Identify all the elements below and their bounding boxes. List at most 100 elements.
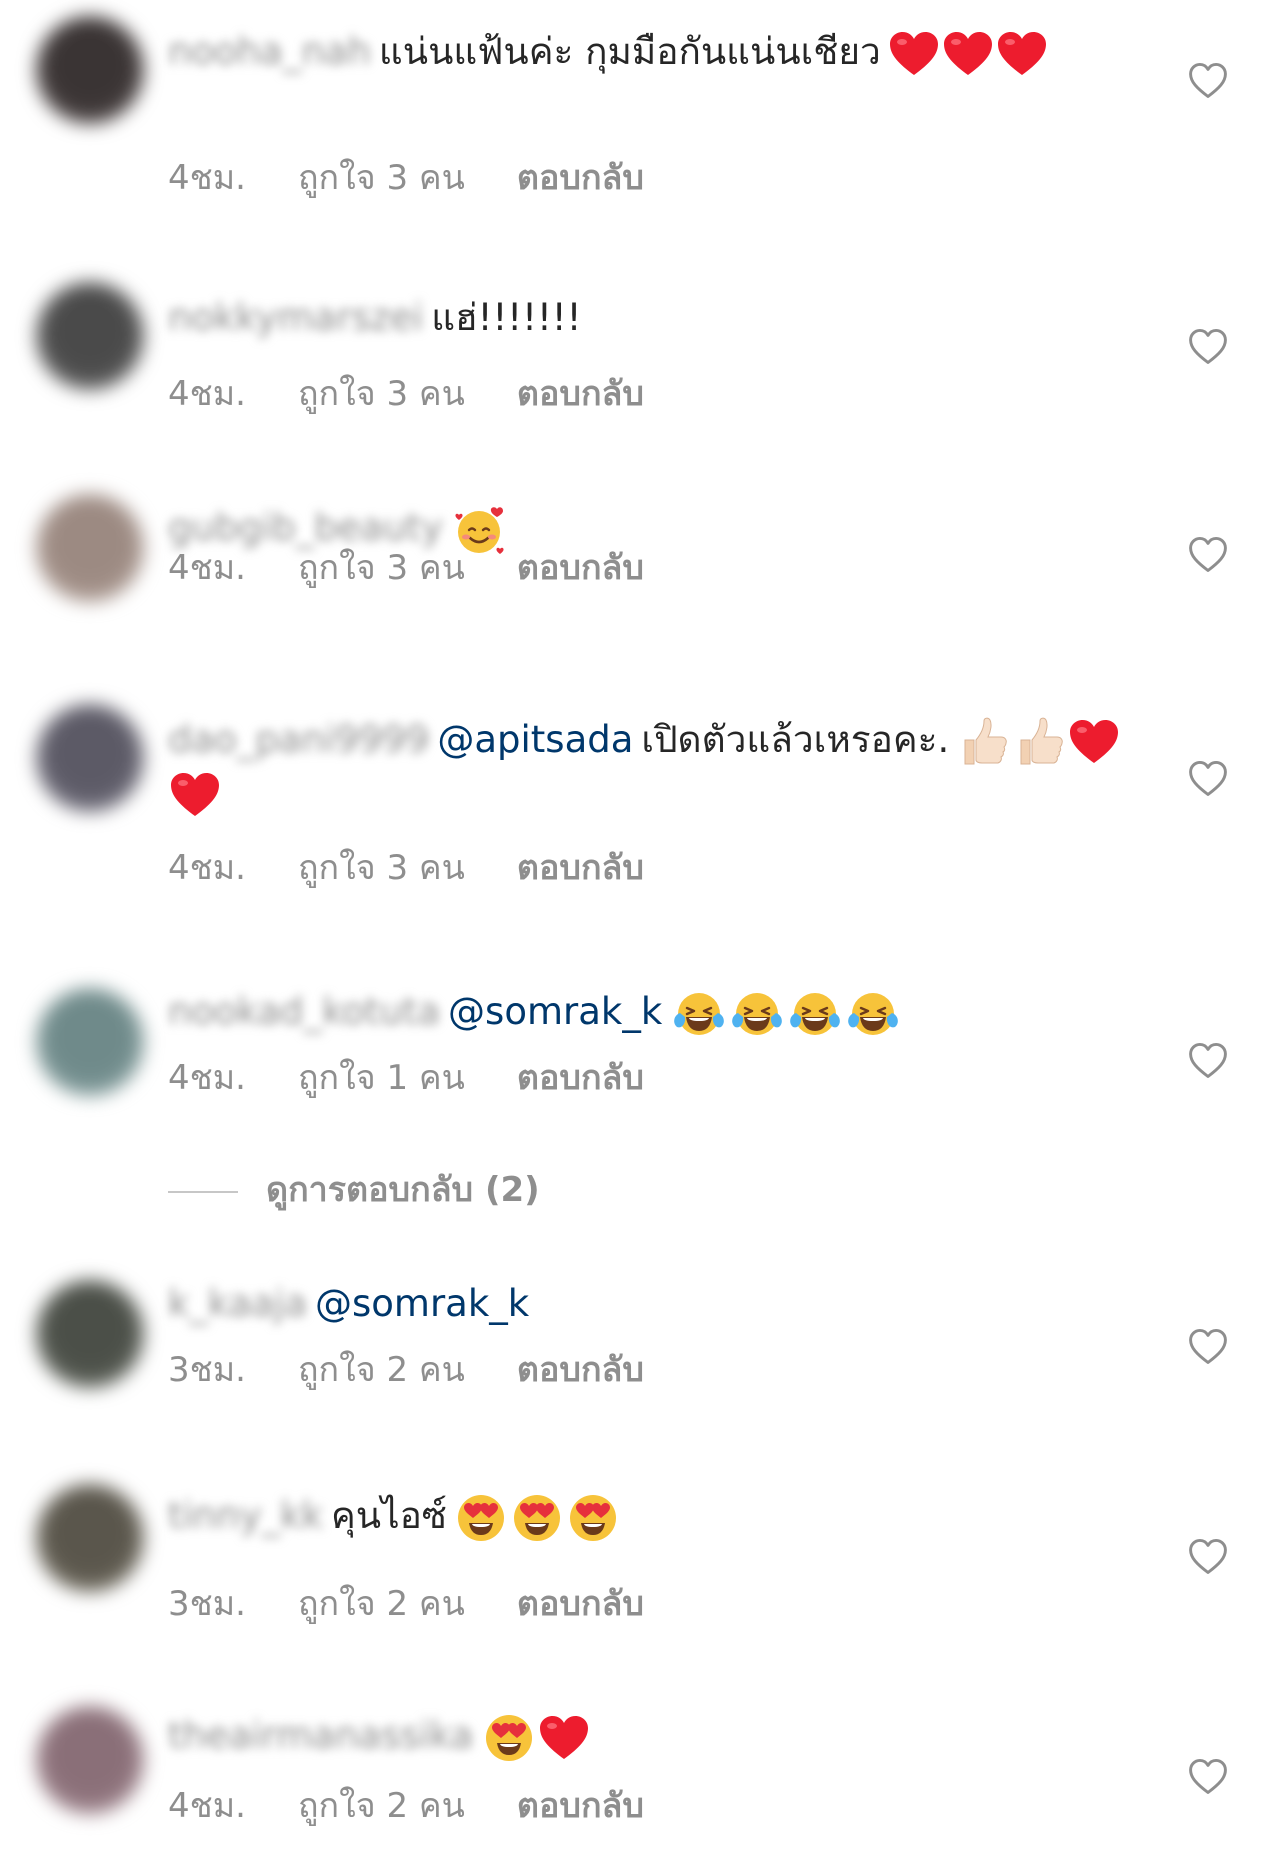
comment-timestamp: 4ชม. bbox=[168, 548, 246, 588]
comment-meta: 4ชม. ถูกใจ 3 คน ตอบกลับ bbox=[168, 846, 696, 890]
comment-username[interactable]: tinny_kk bbox=[168, 1494, 323, 1537]
comment-meta: 4ชม. ถูกใจ 3 คน ตอบกลับ bbox=[168, 546, 696, 590]
avatar[interactable] bbox=[36, 1280, 144, 1388]
tears-of-joy-emoji bbox=[672, 989, 726, 1039]
heart-eyes-emoji bbox=[567, 1492, 619, 1544]
comment-timestamp: 4ชม. bbox=[168, 848, 246, 888]
comment-username[interactable]: theairmanassika bbox=[168, 1714, 473, 1757]
heart-eyes-emoji bbox=[483, 1712, 535, 1764]
red-heart-emoji bbox=[170, 772, 220, 818]
comment-timestamp: 4ชม. bbox=[168, 158, 246, 198]
thumbs-up-emoji bbox=[1013, 716, 1065, 768]
comment-item: nokkymarszei แฮ่!!!!!!! 4ชม. ถูกใจ 3 คน ตอบ… bbox=[0, 220, 1280, 440]
comment-username[interactable]: nookad_kotuta bbox=[168, 990, 440, 1033]
reply-button[interactable]: ตอบกลับ bbox=[517, 374, 644, 414]
red-heart-emoji bbox=[997, 31, 1047, 77]
thumbs-up-emoji bbox=[957, 716, 1009, 768]
avatar[interactable] bbox=[36, 494, 144, 602]
reply-button[interactable]: ตอบกลับ bbox=[517, 1350, 644, 1390]
like-button[interactable] bbox=[1186, 324, 1230, 368]
heart-eyes-emoji bbox=[511, 1492, 563, 1544]
like-button[interactable] bbox=[1186, 1324, 1230, 1368]
comment-mention[interactable]: @somrak_k bbox=[315, 1282, 529, 1325]
heart-outline-icon bbox=[1189, 1538, 1227, 1574]
heart-outline-icon bbox=[1189, 536, 1227, 572]
comment-text: แน่นแฟ้นค่ะ กุมมือกันแน่นเชียว bbox=[378, 30, 881, 73]
comment-item: tinny_kk คุนไอซ์ 3ชม. ถูกใจ 2 คน ตอบกลับ bbox=[0, 1430, 1280, 1650]
avatar[interactable] bbox=[36, 1484, 144, 1592]
comment-timestamp: 4ชม. bbox=[168, 1058, 246, 1098]
heart-outline-icon bbox=[1189, 1758, 1227, 1794]
avatar[interactable] bbox=[36, 988, 144, 1096]
comment-meta: 3ชม. ถูกใจ 2 คน ตอบกลับ bbox=[168, 1348, 696, 1392]
view-replies-divider bbox=[168, 1190, 238, 1193]
comment-timestamp: 4ชม. bbox=[168, 1786, 246, 1826]
like-button[interactable] bbox=[1186, 532, 1230, 576]
like-button[interactable] bbox=[1186, 756, 1230, 800]
like-button[interactable] bbox=[1186, 1534, 1230, 1578]
comment-likes-count[interactable]: ถูกใจ 2 คน bbox=[298, 1786, 465, 1826]
comment-likes-count[interactable]: ถูกใจ 3 คน bbox=[298, 374, 465, 414]
tears-of-joy-emoji bbox=[788, 989, 842, 1039]
comment-likes-count[interactable]: ถูกใจ 3 คน bbox=[298, 158, 465, 198]
comment-timestamp: 3ชม. bbox=[168, 1584, 246, 1624]
comment-meta: 3ชม. ถูกใจ 2 คน ตอบกลับ bbox=[168, 1582, 696, 1626]
avatar[interactable] bbox=[36, 704, 144, 812]
heart-eyes-emoji bbox=[455, 1492, 507, 1544]
avatar[interactable] bbox=[36, 16, 144, 124]
heart-outline-icon bbox=[1189, 1328, 1227, 1364]
comment-body: k_kaaja @somrak_k bbox=[168, 1278, 1128, 1330]
comment-username[interactable]: gubgib_beauty bbox=[168, 506, 443, 549]
like-button[interactable] bbox=[1186, 58, 1230, 102]
comment-meta: 4ชม. ถูกใจ 3 คน ตอบกลับ bbox=[168, 372, 696, 416]
reply-button[interactable]: ตอบกลับ bbox=[517, 848, 644, 888]
comment-likes-count[interactable]: ถูกใจ 2 คน bbox=[298, 1584, 465, 1624]
heart-outline-icon bbox=[1189, 328, 1227, 364]
comment-mention[interactable]: @apitsada bbox=[437, 718, 633, 761]
like-button[interactable] bbox=[1186, 1038, 1230, 1082]
like-button[interactable] bbox=[1186, 1754, 1230, 1798]
comment-body: nooha_nah แน่นแฟ้นค่ะ กุมมือกันแน่นเชียว bbox=[168, 26, 1128, 78]
reply-button[interactable]: ตอบกลับ bbox=[517, 1058, 644, 1098]
tears-of-joy-emoji bbox=[846, 989, 900, 1039]
comment-item: k_kaaja @somrak_k 3ชม. ถูกใจ 2 คน ตอบกลับ bbox=[0, 1250, 1280, 1430]
red-heart-emoji bbox=[889, 31, 939, 77]
comment-text: คุนไอซ์ bbox=[330, 1494, 447, 1537]
comment-timestamp: 4ชม. bbox=[168, 374, 246, 414]
comment-body: nookad_kotuta @somrak_k bbox=[168, 986, 1128, 1039]
comment-item: dao_pani9999 @apitsada เปิดตัวแล้วเหรอคะ. … bbox=[0, 660, 1280, 940]
comment-item: nookad_kotuta @somrak_k 4ชม. ถูกใจ 1 คน ตอบ… bbox=[0, 940, 1280, 1150]
heart-outline-icon bbox=[1189, 760, 1227, 796]
reply-button[interactable]: ตอบกลับ bbox=[517, 158, 644, 198]
comment-likes-count[interactable]: ถูกใจ 3 คน bbox=[298, 848, 465, 888]
comment-item: gubgib_beauty 4ชม. ถูกใจ 3 คน ตอบกลับ bbox=[0, 440, 1280, 660]
comment-body: nokkymarszei แฮ่!!!!!!! bbox=[168, 292, 1128, 344]
comment-timestamp: 3ชม. bbox=[168, 1350, 246, 1390]
reply-button[interactable]: ตอบกลับ bbox=[517, 1786, 644, 1826]
comment-mention[interactable]: @somrak_k bbox=[448, 990, 662, 1033]
comment-meta: 4ชม. ถูกใจ 1 คน ตอบกลับ bbox=[168, 1056, 696, 1100]
comment-body: theairmanassika bbox=[168, 1710, 1128, 1764]
comment-username[interactable]: dao_pani9999 bbox=[168, 718, 429, 761]
red-heart-emoji bbox=[1069, 719, 1119, 765]
comment-username[interactable]: nooha_nah bbox=[168, 30, 371, 73]
reply-button[interactable]: ตอบกลับ bbox=[517, 548, 644, 588]
comment-text: เปิดตัวแล้วเหรอคะ. bbox=[641, 718, 950, 761]
comment-username[interactable]: nokkymarszei bbox=[168, 296, 423, 339]
avatar[interactable] bbox=[36, 282, 144, 390]
comment-body: dao_pani9999 @apitsada เปิดตัวแล้วเหรอคะ. bbox=[168, 714, 1128, 820]
heart-outline-icon bbox=[1189, 62, 1227, 98]
comment-meta: 4ชม. ถูกใจ 3 คน ตอบกลับ bbox=[168, 156, 696, 200]
red-heart-emoji bbox=[943, 31, 993, 77]
comment-likes-count[interactable]: ถูกใจ 1 คน bbox=[298, 1058, 465, 1098]
view-replies-button[interactable]: ดูการตอบกลับ (2) bbox=[168, 1168, 540, 1212]
avatar[interactable] bbox=[36, 1706, 144, 1814]
comment-item: nooha_nah แน่นแฟ้นค่ะ กุมมือกันแน่นเชียว … bbox=[0, 0, 1280, 220]
comment-likes-count[interactable]: ถูกใจ 2 คน bbox=[298, 1350, 465, 1390]
comment-likes-count[interactable]: ถูกใจ 3 คน bbox=[298, 548, 465, 588]
view-replies-label: ดูการตอบกลับ (2) bbox=[266, 1170, 540, 1210]
reply-button[interactable]: ตอบกลับ bbox=[517, 1584, 644, 1624]
comment-username[interactable]: k_kaaja bbox=[168, 1282, 307, 1325]
heart-outline-icon bbox=[1189, 1042, 1227, 1078]
comment-text: แฮ่!!!!!!! bbox=[431, 296, 582, 339]
